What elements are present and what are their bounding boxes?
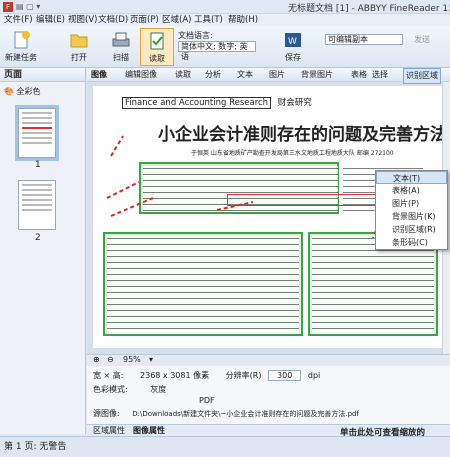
status-bar: 第 1 页: 无警告	[0, 436, 450, 456]
menu-document[interactable]: 文档(D)	[98, 14, 128, 26]
table-region-button[interactable]: 表格	[351, 68, 367, 82]
scan-button[interactable]: 扫描	[104, 28, 138, 66]
zoom-value[interactable]: 95%	[123, 355, 141, 364]
zoom-out-icon[interactable]: ⊖	[107, 355, 114, 364]
color-mode-icon: 🎨	[4, 87, 14, 96]
zoom-bar: ⊕ ⊖ 95% ▾	[87, 354, 450, 366]
menu-page[interactable]: 页面(P)	[130, 14, 159, 26]
save-word-icon: W	[285, 33, 301, 47]
read-button[interactable]: 读取	[140, 28, 174, 66]
document-language: 文档语言: 简体中文; 数字; 英语	[178, 30, 256, 61]
context-menu-item[interactable]: 背景图片(K)	[376, 210, 447, 223]
image-properties-panel: 宽 × 高: 2368 x 3081 像素 分辨率(R) 300 dpi 色彩模…	[87, 366, 450, 424]
region-type-context-menu: 文本(T) 表格(A) 图片(P) 背景图片(K) 识别区域(R) 条形码(C)	[375, 170, 448, 250]
picture-region-button[interactable]: 图片	[269, 68, 285, 82]
read-region-button[interactable]: 读取	[175, 68, 191, 82]
quick-access-toolbar[interactable]: ▤ ▢ ▾	[16, 2, 40, 11]
save-button[interactable]: W 保存	[281, 28, 305, 66]
recognition-area-button[interactable]: 识别区域	[403, 68, 441, 84]
svg-text:W: W	[288, 37, 297, 47]
menu-view[interactable]: 视图(V)	[68, 14, 97, 26]
pages-pane: 页面 🎨 全彩色 1 2	[0, 68, 86, 434]
pages-pane-title: 页面	[0, 68, 85, 82]
title-bar: F ▤ ▢ ▾ 无标题文档 [1] - ABBYY FineReader 11 …	[0, 0, 450, 14]
context-menu-item[interactable]: 表格(A)	[376, 184, 447, 197]
annotation-arrow	[110, 135, 124, 157]
app-icon: F	[3, 2, 13, 12]
context-menu-item[interactable]: 识别区域(R)	[376, 223, 447, 236]
tab-image-properties[interactable]: 图像属性	[133, 425, 165, 436]
page-number: 2	[35, 233, 41, 243]
menu-edit[interactable]: 编辑(E)	[36, 14, 65, 26]
language-select[interactable]: 简体中文; 数字; 英语	[178, 41, 256, 61]
new-task-button[interactable]: 新建任务	[4, 28, 38, 66]
image-pane-title: 图像	[91, 70, 107, 79]
scanner-icon	[112, 32, 130, 47]
zoom-in-icon[interactable]: ⊕	[93, 355, 100, 364]
page-thumbnail[interactable]	[18, 180, 56, 230]
background-picture-button[interactable]: 背景图片	[301, 68, 333, 82]
select-button[interactable]: 选择	[372, 68, 388, 82]
read-document-icon	[150, 32, 164, 50]
open-button[interactable]: 打开	[62, 28, 96, 66]
resolution-field[interactable]: 300	[268, 370, 302, 381]
page-number: 1	[35, 160, 41, 170]
menu-file[interactable]: 文件(F)	[4, 14, 33, 26]
annotation-arrow	[106, 181, 140, 199]
context-menu-item[interactable]: 图片(P)	[376, 197, 447, 210]
output-format-select[interactable]: 可编辑副本	[325, 34, 403, 45]
menu-tools[interactable]: 工具(T)	[194, 14, 223, 26]
annotation-arrow	[110, 197, 154, 217]
menu-bar: 文件(F) 编辑(E) 视图(V) 文档(D) 页面(P) 区域(A) 工具(T…	[0, 14, 450, 26]
annotation-arrow	[216, 201, 254, 211]
menu-help[interactable]: 帮助(H)	[228, 14, 258, 26]
send-button[interactable]: 发送	[414, 34, 430, 45]
context-menu-item[interactable]: 条形码(C)	[376, 236, 447, 249]
folder-icon	[70, 34, 88, 48]
new-task-icon	[14, 31, 30, 49]
page-thumbnail[interactable]	[15, 105, 59, 161]
tab-region-properties[interactable]: 区域属性	[93, 425, 125, 436]
analyze-button[interactable]: 分析	[205, 68, 221, 82]
image-toolbar: 图像 编辑图像 读取 分析 文本 图片 背景图片 表格 选择 识别区域	[87, 68, 450, 84]
menu-region[interactable]: 区域(A)	[162, 14, 191, 26]
context-menu-item[interactable]: 文本(T)	[376, 171, 447, 184]
chevron-down-icon[interactable]: ▾	[149, 355, 153, 364]
edit-image-button[interactable]: 编辑图像	[125, 68, 157, 82]
text-region-button[interactable]: 文本	[237, 68, 253, 82]
window-title: 无标题文档 [1] - ABBYY FineReader 11 C	[288, 4, 450, 14]
ribbon-toolbar: 新建任务 打开 扫描 读取 文档语言: 简体中文; 数字; 英语 W 保存 可编…	[0, 26, 450, 68]
color-mode[interactable]: 🎨 全彩色	[4, 86, 41, 97]
